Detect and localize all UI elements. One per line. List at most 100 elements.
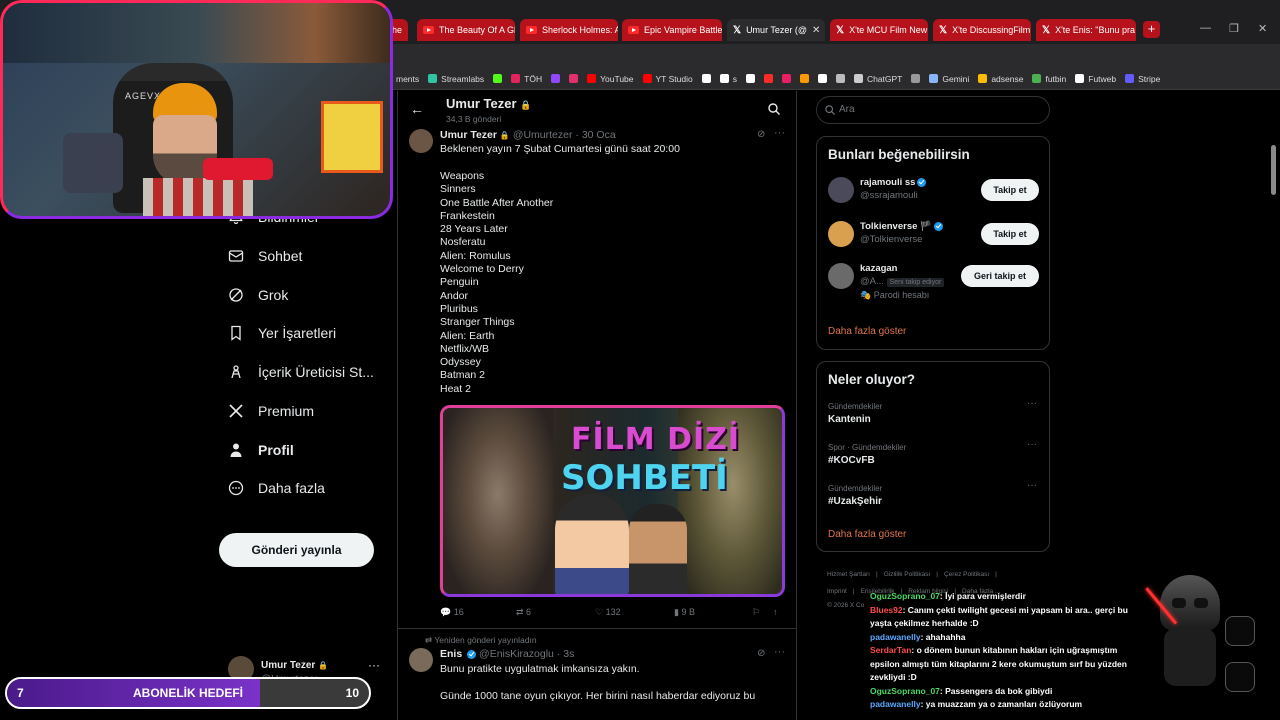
- x-logo-icon: 𝕏: [1042, 24, 1051, 36]
- footer-link[interactable]: |: [936, 571, 938, 578]
- overlay-button[interactable]: [1225, 662, 1255, 692]
- bookmark-item[interactable]: [835, 74, 845, 83]
- browser-tab[interactable]: 𝕏 X'te MCU Film New: [830, 19, 928, 41]
- bookmark-item[interactable]: s: [719, 74, 737, 84]
- bookmark-item[interactable]: Gemini: [929, 74, 969, 84]
- back-arrow-icon[interactable]: ←: [410, 101, 424, 117]
- follow-button[interactable]: Takip et: [981, 223, 1039, 245]
- bookmark-item[interactable]: YT Studio: [642, 74, 693, 84]
- overlay-button[interactable]: [1225, 616, 1255, 646]
- footer-link[interactable]: |: [995, 571, 997, 578]
- chat-username: padawanelly: [870, 699, 921, 709]
- bookmark-item[interactable]: [911, 74, 921, 83]
- tweet[interactable]: Umur Tezer 🔒 @Umurtezer · 30 Oca ⊘ ··· B…: [398, 127, 796, 629]
- suggestion-name[interactable]: rajamouli ss: [860, 177, 927, 188]
- follow-button[interactable]: Geri takip et: [961, 265, 1039, 287]
- bookmark-item[interactable]: [745, 74, 755, 83]
- tweet[interactable]: ⇄ Yeniden gönderi yayınladın Enis @EnisK…: [398, 630, 796, 720]
- search-input[interactable]: Ara: [816, 96, 1050, 124]
- nav-item[interactable]: Grok: [228, 287, 288, 303]
- footer-link[interactable]: Hizmet Şartları: [827, 571, 870, 578]
- tweet-handle[interactable]: @Umurtezer: [513, 129, 573, 141]
- nav-item[interactable]: İçerik Üreticisi St...: [228, 364, 374, 380]
- views-button[interactable]: ▮ 9 B: [674, 607, 695, 618]
- trend-name[interactable]: #UzakŞehir: [828, 496, 882, 507]
- bookmark-item[interactable]: [701, 74, 711, 83]
- page-scrollbar[interactable]: [1271, 95, 1277, 707]
- follow-button[interactable]: Takip et: [981, 179, 1039, 201]
- video-thumbnail[interactable]: FİLM DİZİ SOHBETİ: [440, 405, 785, 597]
- bookmark-item[interactable]: YouTube: [587, 74, 634, 84]
- bookmark-item[interactable]: [799, 74, 809, 83]
- new-tab-button[interactable]: +: [1143, 21, 1160, 38]
- browser-tab[interactable]: 𝕏 X'te Enis: "Bunu pra: [1036, 19, 1136, 41]
- suggestion-name[interactable]: Tolkienverse 🏴: [860, 221, 943, 232]
- nav-item[interactable]: Premium: [228, 403, 314, 419]
- browser-tab[interactable]: 𝕏 Umur Tezer (@ ✕: [727, 19, 825, 41]
- nav-item[interactable]: Sohbet: [228, 248, 302, 264]
- footer-link[interactable]: |: [853, 588, 855, 595]
- bookmark-item[interactable]: ChatGPT: [853, 74, 902, 84]
- trend-name[interactable]: #KOCvFB: [828, 455, 875, 466]
- nav-item[interactable]: Daha fazla: [228, 480, 325, 496]
- browser-tab[interactable]: Epic Vampire Battle: [622, 19, 722, 41]
- tweet-more-icon[interactable]: ···: [774, 127, 785, 139]
- close-window-icon[interactable]: ✕: [1258, 22, 1267, 35]
- bookmark-item[interactable]: adsense: [978, 74, 1023, 84]
- account-more-icon[interactable]: ···: [368, 658, 380, 672]
- avatar[interactable]: [828, 221, 854, 247]
- grok-icon[interactable]: ⊘: [757, 129, 765, 140]
- footer-link[interactable]: Çerez Politikası: [944, 571, 989, 578]
- grok-icon[interactable]: ⊘: [757, 648, 765, 659]
- footer-link[interactable]: Imprint: [827, 588, 847, 595]
- restore-icon[interactable]: ❐: [1229, 22, 1239, 35]
- bookmark-item[interactable]: [763, 74, 773, 83]
- tweet-author[interactable]: Enis: [440, 648, 462, 660]
- browser-tab[interactable]: The Beauty Of A Gh: [417, 19, 515, 41]
- tweet-date[interactable]: · 3s: [557, 648, 575, 660]
- avatar[interactable]: [409, 129, 433, 153]
- bookmark-item[interactable]: [817, 74, 827, 83]
- close-tab-icon[interactable]: ✕: [812, 25, 820, 36]
- browser-tab[interactable]: Sherlock Holmes: A: [520, 19, 618, 41]
- show-more-link[interactable]: Daha fazla göster: [828, 326, 906, 337]
- bookmark-item[interactable]: [781, 74, 791, 83]
- scrollbar-thumb[interactable]: [1271, 145, 1276, 195]
- minimize-icon[interactable]: —: [1200, 22, 1211, 34]
- post-button[interactable]: Gönderi yayınla: [219, 533, 374, 567]
- tweet-date[interactable]: · 30 Oca: [575, 129, 615, 141]
- tweet-more-icon[interactable]: ···: [774, 646, 785, 658]
- search-icon[interactable]: [768, 103, 780, 115]
- footer-link[interactable]: |: [876, 571, 878, 578]
- suggestion-name[interactable]: kazagan: [860, 263, 898, 274]
- avatar[interactable]: [828, 263, 854, 289]
- share-icon[interactable]: ↑: [773, 607, 778, 617]
- bookmark-item[interactable]: futbin: [1032, 74, 1066, 84]
- nav-item-label: Sohbet: [258, 248, 303, 264]
- like-button[interactable]: ♡ 132: [595, 607, 621, 618]
- bookmark-item[interactable]: TÖH: [511, 74, 542, 84]
- show-more-link[interactable]: Daha fazla göster: [828, 529, 906, 540]
- bookmark-item[interactable]: [551, 74, 561, 83]
- bookmark-item[interactable]: [569, 74, 579, 83]
- bookmark-item[interactable]: [493, 74, 503, 83]
- nav-item[interactable]: Yer İşaretleri: [228, 325, 336, 341]
- bookmark-item[interactable]: Futweb: [1075, 74, 1116, 84]
- tweet-handle[interactable]: @EnisKirazoglu: [479, 648, 554, 660]
- trend-name[interactable]: Kantenin: [828, 414, 871, 425]
- browser-tab[interactable]: 𝕏 X'te DiscussingFilm: [933, 19, 1031, 41]
- trend-more-icon[interactable]: ···: [1027, 439, 1037, 450]
- bookmark-item[interactable]: Stripe: [1125, 74, 1160, 84]
- bookmark-item[interactable]: Streamlabs: [428, 74, 484, 84]
- retweet-button[interactable]: ⇄ 6: [516, 607, 531, 618]
- bookmark-icon[interactable]: ⚐: [752, 607, 760, 618]
- bookmark-item[interactable]: ments: [396, 74, 419, 84]
- nav-item[interactable]: Profil: [228, 442, 294, 458]
- trend-more-icon[interactable]: ···: [1027, 398, 1037, 409]
- reply-button[interactable]: 💬 16: [440, 607, 464, 618]
- tweet-author[interactable]: Umur Tezer: [440, 129, 497, 141]
- trend-more-icon[interactable]: ···: [1027, 480, 1037, 491]
- footer-link[interactable]: Gizlilik Politikası: [884, 571, 931, 578]
- avatar[interactable]: [828, 177, 854, 203]
- avatar[interactable]: [409, 648, 433, 672]
